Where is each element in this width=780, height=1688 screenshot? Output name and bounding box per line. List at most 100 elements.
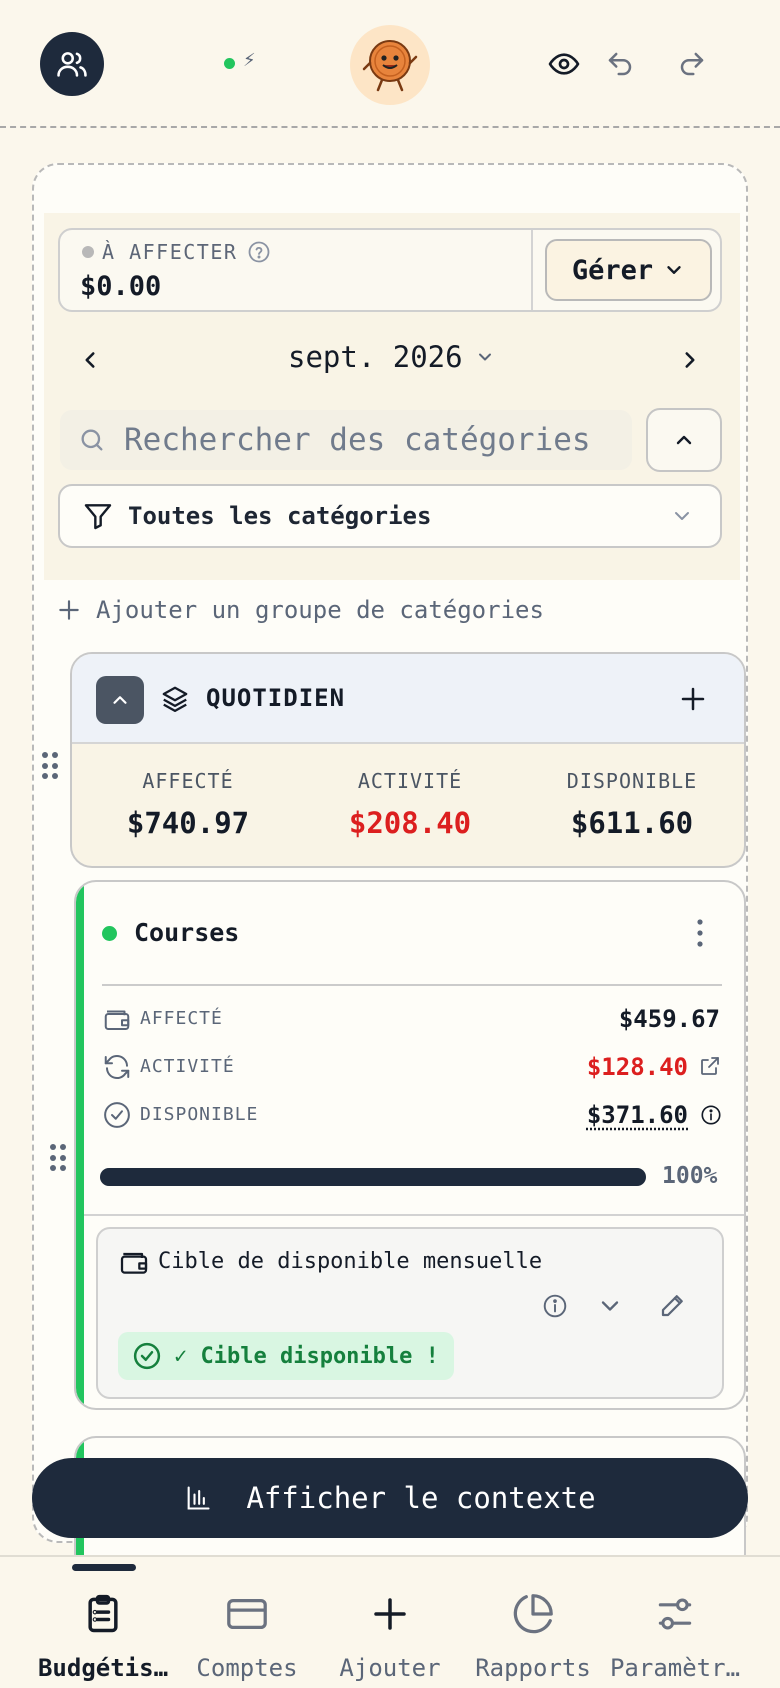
month-selector[interactable]: sept. 2026 [288, 340, 495, 374]
nav-label: Rapports [475, 1654, 591, 1682]
wallet-icon [120, 1252, 148, 1274]
nav-accounts[interactable]: Comptes [172, 1588, 322, 1688]
activity-value[interactable]: $128.40 [587, 1053, 688, 1081]
group-activity-value: $208.40 [348, 806, 472, 840]
mascot-icon [362, 40, 418, 92]
assigned-value[interactable]: $459.67 [619, 1005, 720, 1033]
group-assigned-label: AFFECTÉ [142, 769, 234, 793]
show-context-label: Afficher le contexte [246, 1481, 596, 1515]
clipboard-icon [88, 1594, 118, 1633]
assigned-label: AFFECTÉ [140, 1008, 223, 1029]
chevron-down-icon[interactable] [596, 1292, 624, 1320]
add-group-label: Ajouter un groupe de catégories [96, 596, 544, 624]
target-status-text: ✓ Cible disponible ! [174, 1343, 439, 1369]
nav-label: Ajouter [339, 1654, 441, 1682]
prev-month-button[interactable] [70, 340, 110, 380]
refresh-icon [104, 1054, 130, 1080]
divider [84, 1214, 744, 1216]
plus-icon [59, 600, 79, 620]
undo-button[interactable] [600, 44, 640, 84]
month-label: sept. 2026 [288, 340, 463, 374]
category-group-card: QUOTIDIEN AFFECTÉ $740.97 ACTIVITÉ $208.… [70, 652, 746, 868]
manage-label: Gérer [571, 254, 654, 286]
nav-add[interactable]: Ajouter [315, 1588, 465, 1688]
visibility-button[interactable] [544, 44, 584, 84]
add-category-group-button[interactable]: Ajouter un groupe de catégories [56, 596, 544, 624]
group-title: QUOTIDIEN [206, 684, 346, 712]
available-label: DISPONIBLE [140, 1104, 259, 1125]
nav-label: Budgétis… [37, 1654, 169, 1682]
progress-track [100, 1168, 646, 1186]
target-status-badge: ✓ Cible disponible ! [118, 1332, 454, 1380]
more-vertical-icon[interactable] [690, 916, 710, 950]
nav-budget[interactable]: Budgétis… [28, 1588, 178, 1688]
bolt-icon: ⚡ [243, 50, 256, 71]
users-icon [57, 52, 87, 77]
chevron-right-icon [685, 352, 695, 368]
nav-reports[interactable]: Rapports [458, 1588, 608, 1688]
eye-icon [548, 53, 580, 75]
nav-label: Paramètr… [609, 1654, 741, 1682]
info-icon[interactable] [542, 1293, 568, 1319]
card-icon [227, 1598, 267, 1630]
collapse-all-button[interactable] [646, 408, 722, 472]
pie-chart-icon [513, 1594, 553, 1634]
category-color-dot [102, 926, 117, 941]
group-collapse-button[interactable] [96, 676, 144, 724]
chevron-left-icon [85, 352, 95, 368]
nav-settings[interactable]: Paramètr… [600, 1588, 750, 1688]
undo-icon [608, 52, 632, 76]
users-button[interactable] [40, 32, 104, 96]
pencil-icon[interactable] [658, 1290, 688, 1320]
search-icon [81, 429, 103, 451]
to-assign-label: À AFFECTER [102, 240, 238, 264]
check-circle-icon [133, 1342, 161, 1370]
filter-icon [84, 504, 112, 530]
to-assign-label-row: À AFFECTER [82, 240, 271, 264]
help-icon[interactable] [247, 240, 271, 264]
next-month-button[interactable] [670, 340, 710, 380]
external-link-icon[interactable] [698, 1054, 722, 1078]
bar-chart-icon [188, 1486, 210, 1510]
top-bar: ⚡ [0, 0, 780, 128]
chevron-down-icon [667, 266, 681, 274]
group-available-value: $611.60 [570, 806, 694, 840]
group-activity-label: ACTIVITÉ [357, 769, 463, 793]
group-assigned-value: $740.97 [126, 806, 250, 840]
target-title: Cible de disponible mensuelle [158, 1249, 543, 1274]
manage-button[interactable]: Gérer [545, 239, 712, 301]
redo-button[interactable] [672, 44, 712, 84]
nav-label: Comptes [196, 1654, 298, 1682]
sync-status-dot [224, 58, 235, 69]
chevron-up-icon [113, 696, 127, 704]
filter-label: Toutes les catégories [128, 502, 432, 530]
chevron-down-icon [478, 353, 491, 361]
divider [102, 984, 722, 986]
to-assign-value: $0.00 [80, 271, 162, 302]
available-value[interactable]: $371.60 [587, 1101, 688, 1129]
search-input[interactable]: Rechercher des catégories [60, 410, 632, 470]
category-accent-bar [76, 882, 84, 1408]
category-drag-handle[interactable] [50, 1144, 68, 1172]
group-header: QUOTIDIEN [72, 654, 744, 744]
divider [531, 230, 533, 310]
progress-fill [100, 1168, 646, 1186]
layers-icon [162, 686, 188, 712]
show-context-button[interactable]: Afficher le contexte [32, 1458, 748, 1538]
plus-icon [374, 1598, 406, 1630]
active-tab-indicator [72, 1564, 136, 1571]
progress-percent: 100% [662, 1163, 718, 1189]
add-category-icon[interactable] [678, 684, 708, 714]
status-dot [82, 246, 94, 258]
search-placeholder: Rechercher des catégories [124, 422, 591, 458]
check-circle-icon [104, 1102, 130, 1128]
group-drag-handle[interactable] [42, 752, 60, 780]
category-filter-select[interactable]: Toutes les catégories [58, 484, 722, 548]
activity-label: ACTIVITÉ [140, 1056, 235, 1077]
chevron-down-icon [675, 512, 689, 520]
group-available-label: DISPONIBLE [566, 769, 698, 793]
info-icon[interactable] [700, 1104, 722, 1126]
mascot-avatar[interactable] [350, 25, 430, 105]
wallet-icon [104, 1010, 130, 1030]
category-title: Courses [134, 918, 240, 947]
